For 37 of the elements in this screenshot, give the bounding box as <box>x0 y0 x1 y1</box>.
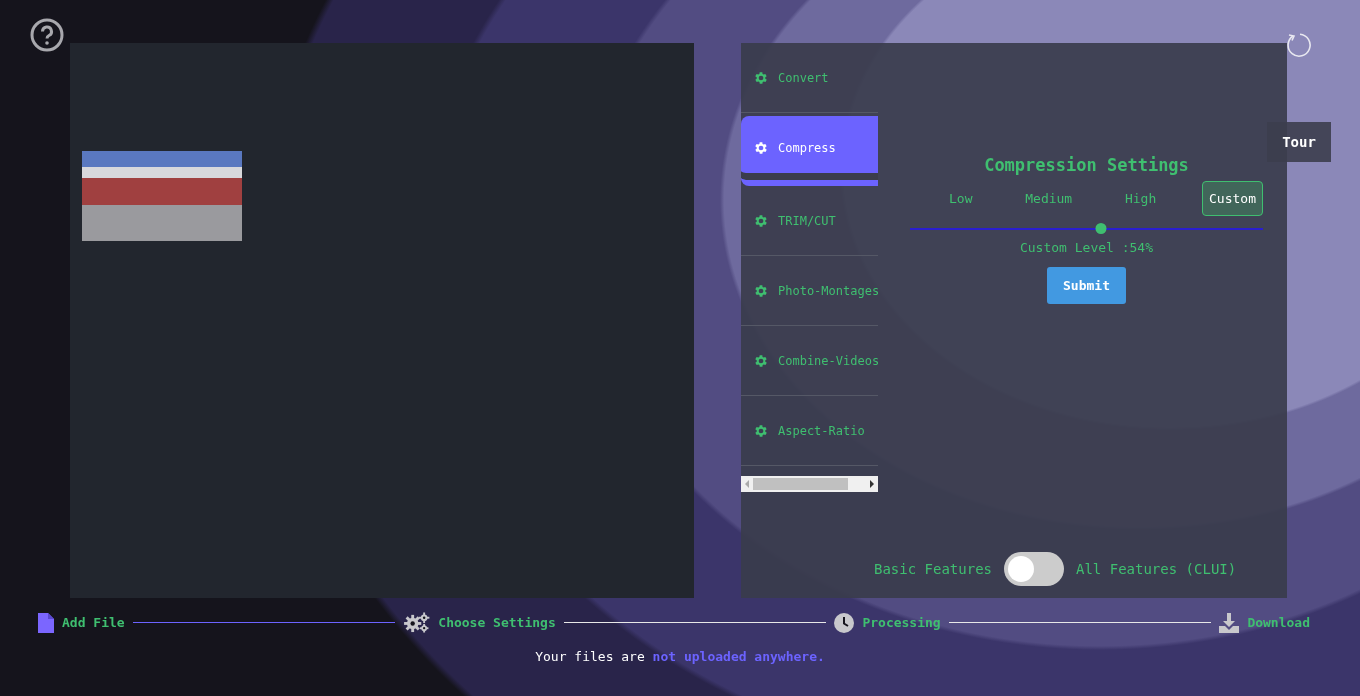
clock-icon <box>834 612 855 633</box>
compression-option[interactable]: Medium <box>1018 181 1080 216</box>
file-icon <box>38 612 54 633</box>
gear-icon <box>753 212 769 229</box>
level-reading: Custom Level :54% <box>1019 240 1154 255</box>
gear-icon <box>753 69 769 86</box>
step-label: Download <box>1247 615 1310 630</box>
horizontal-scrollbar[interactable] <box>741 476 878 492</box>
tool-tab[interactable]: Aspect-Ratio <box>741 396 878 466</box>
refresh-icon[interactable] <box>1285 32 1311 58</box>
download-icon <box>1219 612 1240 633</box>
gear-icon <box>753 422 769 439</box>
features-toggle[interactable] <box>1004 552 1064 586</box>
gear-icon <box>753 140 769 156</box>
basic-features-label: Basic Features <box>874 561 992 577</box>
submit-button[interactable]: Submit <box>1047 267 1126 304</box>
tour-button[interactable]: Tour <box>1267 122 1331 162</box>
compression-option[interactable]: Custom <box>1202 181 1263 216</box>
tool-tab[interactable]: TRIM/CUT <box>741 186 878 256</box>
all-features-label: All Features (CLUI) <box>1076 561 1237 577</box>
compression-option[interactable]: High <box>1117 181 1164 216</box>
tool-tab[interactable]: Combine-Videos <box>741 326 878 396</box>
photo-placeholder[interactable] <box>82 151 242 241</box>
gear-icon <box>753 352 769 369</box>
step-label: Choose Settings <box>438 615 556 630</box>
compression-option[interactable]: Low <box>942 181 980 216</box>
step-label: Add File <box>62 615 125 630</box>
tool-tab[interactable]: Compress <box>741 116 878 186</box>
step-label: Processing <box>862 615 941 630</box>
tool-tab[interactable]: Convert <box>741 43 878 113</box>
gears-icon <box>403 612 431 633</box>
privacy-note: Your files are not uploaded anywhere. <box>534 649 826 664</box>
tool-tab[interactable]: Photo-Montages <box>741 256 878 326</box>
slider-thumb[interactable] <box>1095 223 1107 234</box>
help-icon[interactable] <box>30 18 64 52</box>
gear-icon <box>753 282 769 299</box>
settings-title: Compression Settings <box>984 155 1189 175</box>
